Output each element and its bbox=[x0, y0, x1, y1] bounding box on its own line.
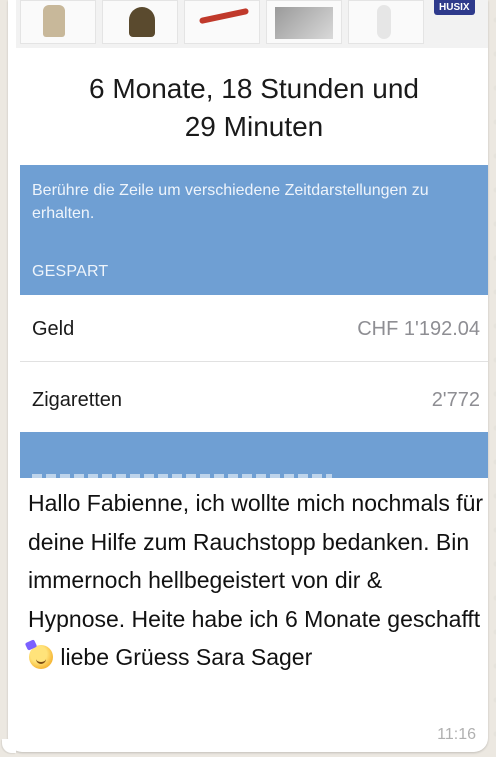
backpack-thumbnail-icon bbox=[20, 0, 96, 44]
attached-screenshot[interactable]: HUSIX 6 Monate, 18 Stunden und 29 Minute… bbox=[16, 0, 488, 478]
row-money-label: Geld bbox=[32, 318, 75, 340]
row-cigarettes[interactable]: Zigaretten 2'772 bbox=[20, 368, 488, 432]
bottle-thumbnail-icon bbox=[348, 0, 424, 44]
section-label-saved: GESPART bbox=[32, 263, 109, 280]
smoke-free-duration: 6 Monate, 18 Stunden und 29 Minuten bbox=[16, 70, 488, 146]
thumbnail-strip bbox=[16, 0, 488, 48]
panel-footer-bar bbox=[20, 432, 488, 478]
duration-line-2: 29 Minuten bbox=[184, 111, 324, 142]
hint-text: Berühre die Zeile um verschiedene Zeitda… bbox=[32, 182, 429, 222]
message-timestamp: 11:16 bbox=[437, 726, 476, 743]
row-cigarettes-label: Zigaretten bbox=[32, 388, 123, 411]
cropped-text-edge bbox=[32, 474, 332, 478]
row-cigarettes-value: 2'772 bbox=[431, 388, 480, 411]
message-text-part-1: Hallo Fabienne, ich wollte mich nochmals… bbox=[28, 490, 484, 632]
row-money-value: CHF 1'192.04 bbox=[357, 318, 480, 340]
app-badge: HUSIX bbox=[434, 0, 475, 15]
message-text: Hallo Fabienne, ich wollte mich nochmals… bbox=[28, 484, 484, 677]
tool-thumbnail-icon bbox=[184, 0, 260, 44]
landscape-thumbnail-icon bbox=[266, 0, 342, 44]
partying-face-emoji-icon bbox=[29, 645, 53, 669]
info-panel: Berühre die Zeile um verschiedene Zeitda… bbox=[20, 165, 488, 295]
message-text-part-2: liebe Grüess Sara Sager bbox=[54, 644, 313, 670]
cupcake-thumbnail-icon bbox=[102, 0, 178, 44]
message-bubble[interactable]: HUSIX 6 Monate, 18 Stunden und 29 Minute… bbox=[8, 0, 488, 752]
row-money[interactable]: Geld CHF 1'192.04 bbox=[20, 298, 488, 362]
duration-line-1: 6 Monate, 18 Stunden und bbox=[88, 73, 420, 104]
